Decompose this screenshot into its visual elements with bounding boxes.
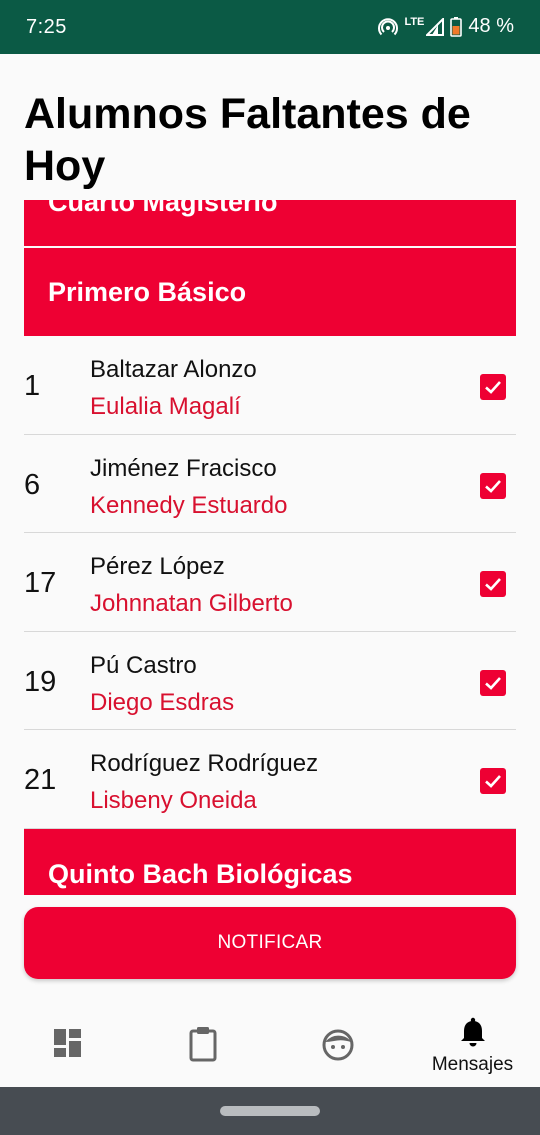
clipboard-icon: [189, 1027, 216, 1062]
absent-checkbox[interactable]: [480, 374, 506, 400]
status-icons: LTE 48 %: [378, 15, 514, 38]
section-header[interactable]: Cuarto Magisterio: [24, 200, 516, 246]
student-row[interactable]: 1 Baltazar Alonzo Eulalia Magalí: [24, 336, 516, 435]
home-gesture-handle[interactable]: [220, 1106, 320, 1116]
absent-checkbox[interactable]: [480, 768, 506, 794]
nav-label-messages: Mensajes: [431, 1054, 514, 1075]
absent-checkbox[interactable]: [480, 571, 506, 597]
network-type: LTE: [404, 15, 425, 28]
student-first-name: Kennedy Estuardo: [90, 491, 288, 519]
check-icon: [485, 479, 501, 493]
student-last-name: Rodríguez Rodríguez: [90, 750, 319, 777]
system-navigation-bar: [0, 1087, 540, 1135]
student-first-name: Lisbeny Oneida: [90, 787, 257, 814]
student-last-name: Baltazar Alonzo: [90, 356, 257, 383]
student-number: 21: [24, 764, 57, 796]
student-row[interactable]: 19 Pú Castro Diego Esdras: [24, 632, 516, 730]
student-number: 19: [24, 665, 57, 698]
check-icon: [485, 381, 501, 394]
nav-item-dashboard[interactable]: [0, 995, 135, 1087]
student-first-name: Diego Esdras: [90, 688, 235, 716]
student-last-name: Pérez López: [90, 553, 225, 580]
status-time: 7:25: [26, 16, 67, 38]
bottom-nav: Mensajes: [0, 995, 540, 1087]
student-number: 17: [24, 567, 57, 599]
section-header[interactable]: Quinto Bach Biológicas: [24, 828, 516, 895]
student-first-name: Johnnatan Gilberto: [90, 590, 293, 617]
face-icon: [322, 1029, 353, 1061]
status-bar: 7:25 LTE 48 %: [0, 0, 540, 54]
nav-item-messages[interactable]: Mensajes: [405, 995, 540, 1087]
student-row[interactable]: 17 Pérez López Johnnatan Gilberto: [24, 533, 516, 632]
student-number: 6: [24, 468, 41, 501]
battery-icon: [450, 16, 463, 37]
bell-icon: [460, 1017, 485, 1047]
student-last-name: Pú Castro: [90, 651, 197, 679]
nav-item-assignments[interactable]: [135, 995, 270, 1087]
screen: 7:25 LTE 48 % Alumnos Faltantes de Hoy C…: [0, 0, 540, 1135]
battery-percent: 48 %: [468, 15, 514, 37]
dashboard-icon: [53, 1029, 81, 1057]
section-header-label: Cuarto Magisterio: [48, 200, 278, 217]
nav-item-students[interactable]: [270, 995, 405, 1087]
notify-button[interactable]: NOTIFICAR: [24, 907, 516, 979]
student-first-name: Eulalia Magalí: [90, 393, 241, 420]
student-last-name: Jiménez Fracisco: [90, 454, 277, 482]
check-icon: [485, 578, 501, 591]
check-icon: [485, 676, 501, 690]
absent-checkbox[interactable]: [480, 669, 506, 696]
signal-icon: [426, 17, 445, 36]
absent-students-list[interactable]: Cuarto Magisterio Primero Básico 1 Balta…: [24, 200, 516, 895]
check-icon: [485, 775, 501, 788]
student-row[interactable]: 21 Rodríguez Rodríguez Lisbeny Oneida: [24, 730, 516, 829]
absent-checkbox[interactable]: [480, 472, 506, 499]
section-header-label: Primero Básico: [48, 276, 247, 307]
section-header[interactable]: Primero Básico: [24, 248, 516, 336]
student-number: 1: [24, 370, 41, 402]
page-title: Alumnos Faltantes de Hoy: [24, 90, 471, 190]
hotspot-icon: [378, 17, 399, 35]
student-row[interactable]: 6 Jiménez Fracisco Kennedy Estuardo: [24, 435, 516, 533]
section-header-label: Quinto Bach Biológicas: [48, 858, 353, 889]
